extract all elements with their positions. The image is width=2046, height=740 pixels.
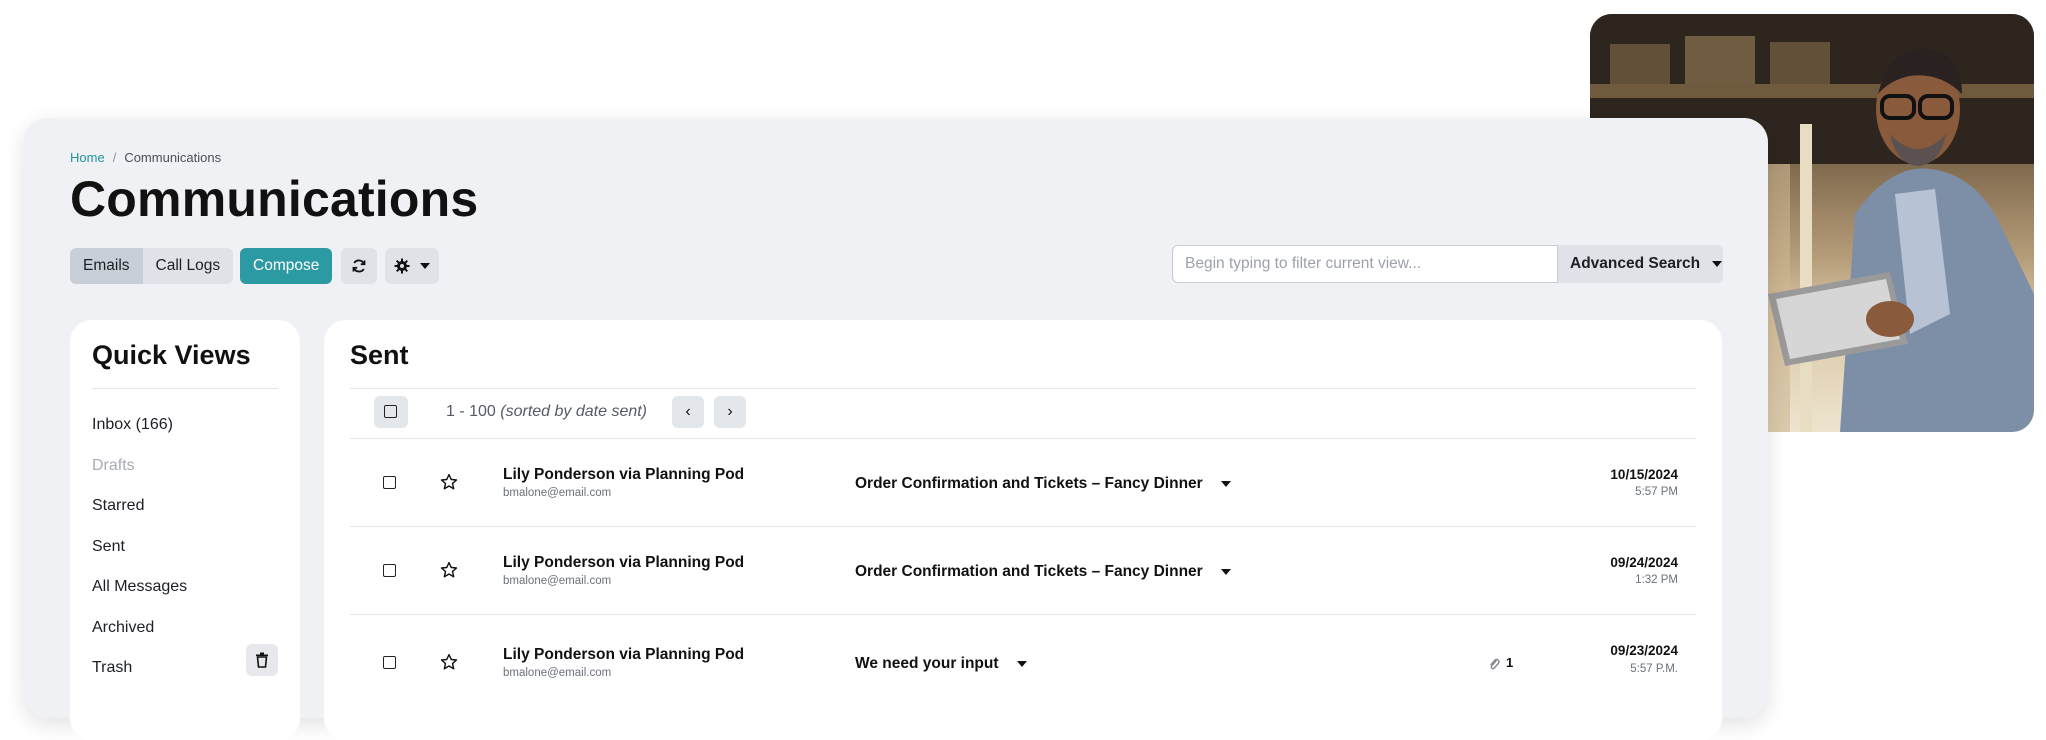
star-icon[interactable] <box>440 653 458 671</box>
quick-view-inbox[interactable]: Inbox (166) <box>92 416 173 434</box>
view-toggle: Emails Call Logs <box>70 248 234 284</box>
message-subject[interactable]: Order Confirmation and Tickets – Fancy D… <box>855 563 1231 581</box>
message-time: 5:57 P.M. <box>1630 663 1678 675</box>
compose-button[interactable]: Compose <box>240 248 333 284</box>
message-sender: Lily Ponderson via Planning Pod <box>503 554 745 571</box>
message-time: 1:32 PM <box>1635 574 1678 586</box>
refresh-icon <box>352 259 366 273</box>
row-checkbox[interactable] <box>383 656 396 669</box>
paperclip-icon <box>1490 658 1500 669</box>
gear-icon <box>394 258 410 274</box>
chevron-left-icon: ‹ <box>685 403 691 420</box>
message-date: 09/23/2024 <box>1610 643 1678 658</box>
message-subject-text: We need your input <box>855 655 999 672</box>
checkbox-icon <box>384 405 397 418</box>
chevron-down-icon[interactable] <box>1221 480 1231 487</box>
message-subject-text: Order Confirmation and Tickets – Fancy D… <box>855 475 1203 492</box>
breadcrumb-current: Communications <box>124 150 222 165</box>
chevron-right-icon: › <box>727 403 733 420</box>
chevron-down-icon <box>420 262 431 269</box>
pagination-range: 1 - 100 (sorted by date sent) <box>446 403 647 421</box>
message-email: bmalone@email.com <box>503 575 612 587</box>
tab-emails[interactable]: Emails <box>70 248 143 284</box>
divider <box>92 388 278 389</box>
trash-icon <box>256 652 268 668</box>
quick-views-panel: Quick Views Inbox (166) Drafts Starred S… <box>70 320 300 740</box>
chevron-down-icon[interactable] <box>1016 660 1027 667</box>
page-title: Communications <box>70 171 479 227</box>
message-sender: Lily Ponderson via Planning Pod <box>503 646 745 663</box>
sort-note: (sorted by date sent) <box>500 403 648 420</box>
breadcrumb: Home / Communications <box>70 150 221 165</box>
row-checkbox[interactable] <box>383 476 396 489</box>
filter-search-input[interactable] <box>1172 245 1558 283</box>
quick-view-sent[interactable]: Sent <box>92 538 125 556</box>
attachment-count: 1 <box>1488 655 1513 671</box>
select-all-checkbox[interactable] <box>374 396 408 428</box>
tab-call-logs[interactable]: Call Logs <box>142 248 234 284</box>
settings-button[interactable] <box>385 248 439 284</box>
quick-view-archived[interactable]: Archived <box>92 619 154 637</box>
message-subject[interactable]: We need your input <box>855 655 1027 673</box>
star-icon[interactable] <box>440 473 458 491</box>
quick-view-trash[interactable]: Trash <box>92 659 132 677</box>
app-window: Home / Communications Communications Email… <box>24 118 1768 740</box>
message-sender: Lily Ponderson via Planning Pod <box>503 466 745 483</box>
chevron-down-icon[interactable] <box>1221 568 1231 575</box>
breadcrumb-separator: / <box>112 150 117 165</box>
quick-view-drafts[interactable]: Drafts <box>92 457 135 475</box>
message-date: 10/15/2024 <box>1610 467 1678 482</box>
message-date: 09/24/2024 <box>1610 555 1678 570</box>
divider <box>350 388 1696 389</box>
advanced-search-label: Advanced Search <box>1570 255 1701 272</box>
message-subject-text: Order Confirmation and Tickets – Fancy D… <box>855 563 1203 580</box>
refresh-button[interactable] <box>341 248 377 284</box>
range-text: 1 - 100 <box>446 403 496 420</box>
message-subject[interactable]: Order Confirmation and Tickets – Fancy D… <box>855 475 1231 493</box>
quick-view-starred[interactable]: Starred <box>92 497 144 515</box>
sent-title: Sent <box>350 340 409 370</box>
advanced-search-button[interactable]: Advanced Search <box>1558 245 1723 283</box>
message-email: bmalone@email.com <box>503 487 612 499</box>
chevron-down-icon <box>1712 260 1723 267</box>
row-checkbox[interactable] <box>383 564 396 577</box>
message-row[interactable]: Lily Ponderson via Planning Pod bmalone@… <box>350 615 1696 702</box>
message-row[interactable]: Lily Ponderson via Planning Pod bmalone@… <box>350 439 1696 526</box>
next-page-button[interactable]: › <box>714 396 746 428</box>
quick-view-all-messages[interactable]: All Messages <box>92 578 187 596</box>
message-email: bmalone@email.com <box>503 667 612 679</box>
attachment-count-text: 1 <box>1506 655 1514 670</box>
prev-page-button[interactable]: ‹ <box>672 396 704 428</box>
sent-panel: Sent 1 - 100 (sorted by date sent) ‹ › L… <box>324 320 1722 740</box>
star-icon[interactable] <box>440 561 458 579</box>
quick-views-title: Quick Views <box>92 340 251 370</box>
message-row[interactable]: Lily Ponderson via Planning Pod bmalone@… <box>350 527 1696 614</box>
breadcrumb-home-link[interactable]: Home <box>70 150 105 165</box>
empty-trash-button[interactable] <box>246 644 278 676</box>
message-time: 5:57 PM <box>1635 486 1678 498</box>
